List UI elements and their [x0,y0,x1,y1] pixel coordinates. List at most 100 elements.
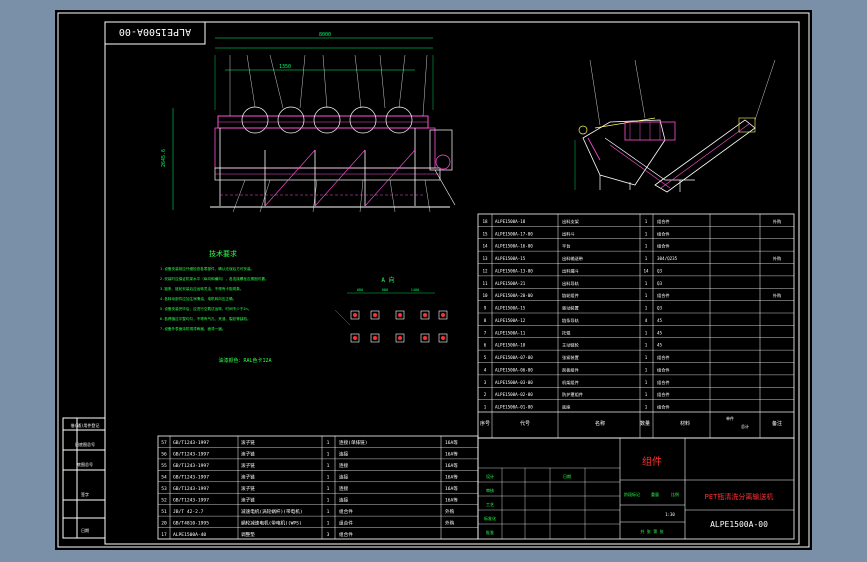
bom-upper-name: 出料导轨 [562,280,580,287]
bom-upper-no: 14 [482,244,488,249]
bom-upper-qty: 1 [645,367,648,372]
bom-upper-no: 6 [484,343,487,348]
bom-upper-code: ALPE1500A-10 [495,343,526,348]
bom-upper-name: 链条导轨 [562,317,580,324]
anchor-bolt-hole [398,336,402,340]
bom-upper-note: 外购 [773,255,781,262]
title-block: 组件 PET瓶清洗分离输送机 ALPE1500A-00 1:30 共 张 第 张… [477,437,795,540]
bom-lower-no: 53 [161,486,167,492]
bom-lower-extra: 16A等 [445,439,458,446]
bom-upper-code: ALPE1500A-18 [495,219,526,224]
bom-lower-extra: 16A等 [445,474,458,481]
bom-upper-name: 平台 [562,243,570,250]
bom-lower-material: 连接 [339,485,349,492]
bom-upper-name: 主动链轮 [562,342,580,349]
bom-upper-code: ALPE1500A-11 [495,330,526,335]
bom-upper-qty: 1 [645,343,648,348]
bom-lower-name: 调整垫 [241,531,255,538]
strip-label-3: 底图总号 [77,461,93,467]
bom-upper-name: 张紧装置 [562,354,579,361]
bom-upper-material: Q3 [657,281,663,286]
tb-stage-2: 重量 [651,491,659,497]
bom-upper-material: 组合件 [657,354,670,361]
notes-title: 技术要求 [209,249,237,258]
bom-lower-extra: 16A等 [445,485,458,492]
bom-upper-material: Q3 [657,268,663,273]
tb-field-1: 设计 [486,473,494,479]
bom-upper-no: 1 [484,405,487,410]
bom-upper-code: ALPE1500A-06-00 [495,367,533,372]
bom-lower-code: GB/T1243-1997 [173,486,209,492]
anchor-bolt-hole [441,336,445,340]
tb-scale: 1:30 [665,512,675,517]
anchor-bolt-hole [441,313,445,317]
anchor-bolt-hole [423,336,427,340]
bom-upper-name: 出料输送带 [562,255,583,262]
bom-upper-qty: 1 [645,355,648,360]
bom-lower-name: 滚子链 [241,462,255,469]
strip-label-1: 借(通)用件登记 [71,422,100,428]
side-view [574,59,776,193]
dim-anchor-a: 680 [357,288,363,292]
bom-lower-qty: 1 [327,452,330,458]
bom-upper-material: 组合件 [657,292,670,299]
bom-lower-code: GB/T4810-1995 [173,520,209,526]
bom-upper-material: 组合件 [657,230,670,237]
bom-upper-name: 出料漏斗 [562,267,579,274]
bom-upper-name: 托辊 [562,329,571,336]
drawing-sheet: ALPE1500A-00 借(通)用件登记 旧底图总号 底图总号 签字 日期 8… [55,10,812,550]
bom-upper-code: ALPE1500A-15 [495,256,526,261]
bom-upper-material: 组合件 [657,391,670,398]
bom-upper-material: Q3 [657,306,663,311]
anchor-bolt-grid [350,310,448,343]
bom-lower-qty: 1 [327,509,330,515]
bom-upper-code: ALPE1500A-21 [495,281,526,286]
bom-lower-qty: 1 [327,497,330,503]
tb-stage-3: 比例 [671,491,679,497]
tb-field-5: 批准 [486,529,494,535]
bom-lower-material: 组合件 [339,519,353,526]
bom-upper-qty: 1 [645,392,648,397]
bom-upper-name: 防护罩组件 [562,391,583,398]
bom-lower-extra: 16A等 [445,462,458,469]
anchor-bolt-hole [373,336,377,340]
bom-h-qty: 数量 [640,420,650,427]
bom-upper-no: 5 [484,355,487,360]
bom-upper-material: 组合件 [657,366,670,373]
bom-lower-material: 组合件 [339,531,353,538]
bom-lower-extra: 16A等 [445,496,458,503]
bom-upper-rows: 18 ALPE1500A-18 出料支架 1 组合件 外购15 ALPE1500A-17-0… [478,218,794,413]
bom-lower-code: GB/T1243-1997 [173,497,209,503]
bom-upper-note: 外购 [773,218,781,225]
bom-lower: 57 GB/T1243-1997 滚子链 1 连接(单排链) 16A等 56 GB/T1243… [157,435,479,540]
bom-lower-material: 组合件 [339,508,353,515]
bom-upper: 18 ALPE1500A-18 出料支架 1 组合件 外购15 ALPE1500A-17-0… [477,213,795,439]
bom-lower-qty: 1 [327,520,330,526]
bom-upper-no: 4 [484,367,487,372]
notes-line-4: 4.各转动部件应加注润滑油，电机转向应正确。 [160,296,236,301]
bom-lower-qty: 1 [327,440,330,446]
anchor-view-title: A 向 [381,276,394,284]
tb-sheet: 共 张 第 张 [640,528,663,534]
bom-lower-no: 55 [161,463,167,469]
bom-lower-name: 滚子链 [241,451,255,458]
dim-anchor-c: 1400 [411,288,419,292]
bom-upper-code: ALPE1500A-20-00 [495,293,533,298]
bom-upper-no: 7 [484,330,487,335]
tb-field-2: 审核 [486,487,494,493]
bom-upper-qty: 1 [645,405,648,410]
bom-h-note: 备注 [772,420,782,427]
bom-h-code: 代号 [520,420,530,427]
bom-upper-qty: 1 [645,281,648,286]
bom-upper-material: 组合件 [657,404,670,411]
bom-upper-name: 刮板组件 [562,366,579,373]
tb-stage-1: 阶段标记 [624,491,640,497]
bom-upper-code: ALPE1500A-03-00 [495,380,533,385]
bom-lower-code: GB/T1243-1997 [173,475,209,481]
bom-upper-name: 驱动装置 [562,305,579,312]
bom-upper-material: 304/Q235 [657,256,678,261]
bom-upper-material: 组合件 [657,243,670,250]
cad-drawing: ALPE1500A-00 借(通)用件登记 旧底图总号 底图总号 签字 日期 8… [57,12,810,548]
tech-notes: 技术要求 1.设备安装前应仔细检查各零部件，确认无误后方可安装。 2.安装时应保… [160,249,272,364]
bom-lower-name: 滚子链 [241,439,255,446]
